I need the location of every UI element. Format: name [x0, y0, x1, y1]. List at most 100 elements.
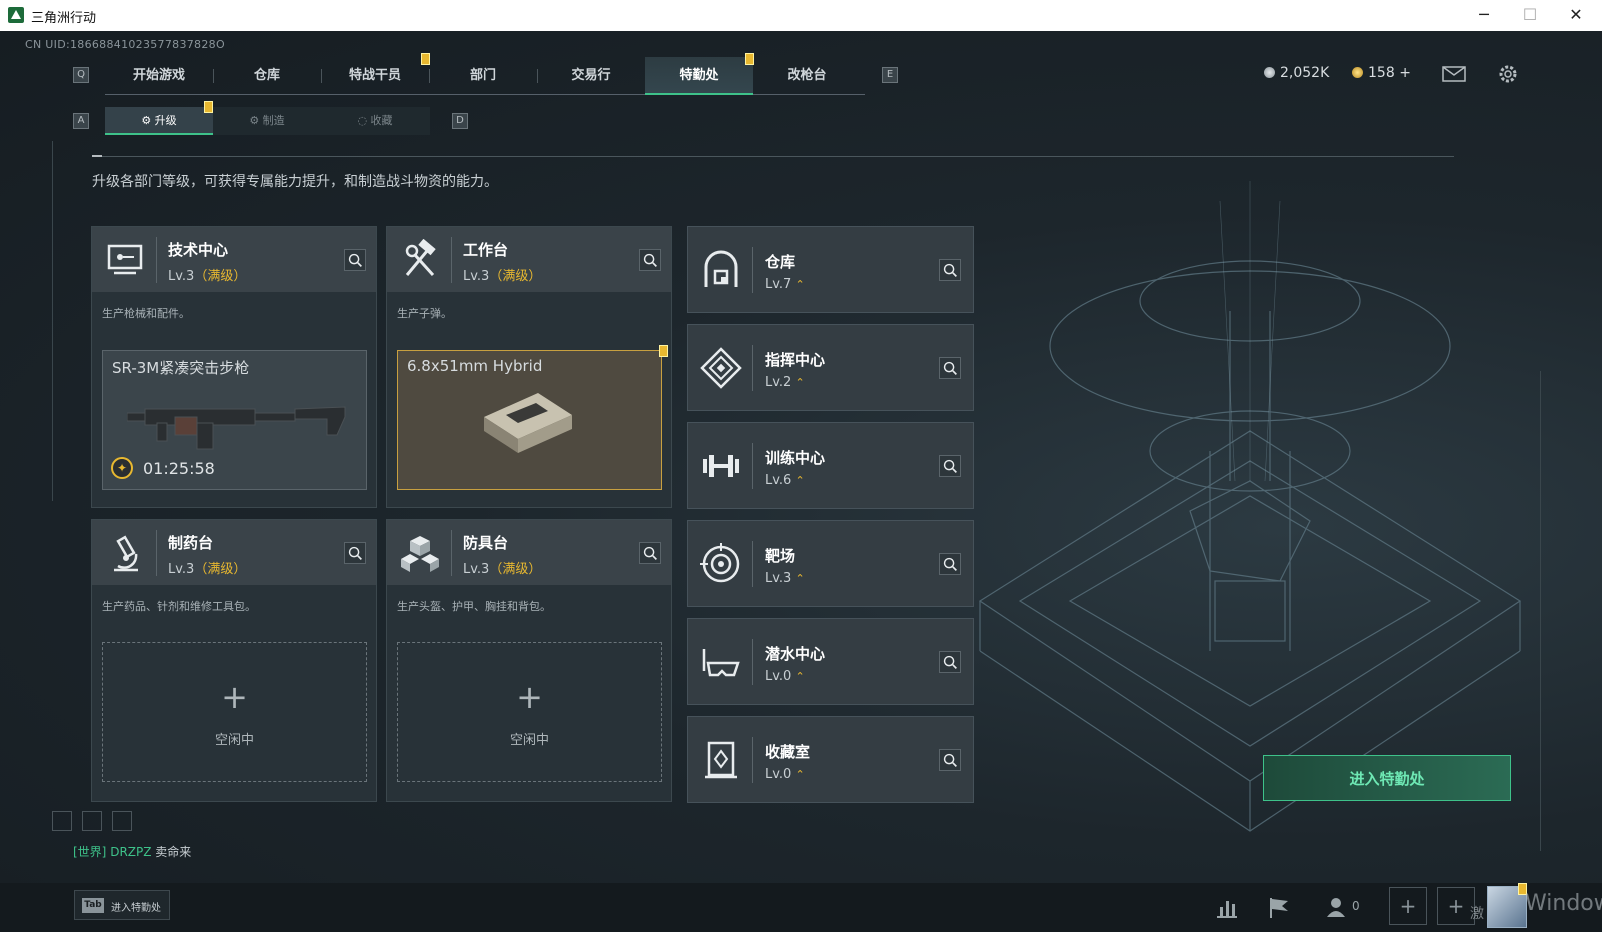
- deco-line: [52, 141, 53, 501]
- workshop-name: 防具台: [463, 534, 509, 552]
- tab-gunsmith[interactable]: 改枪台: [753, 57, 861, 95]
- friends-icon[interactable]: [1326, 895, 1352, 919]
- header-separator: [156, 237, 157, 283]
- tab-special-ops[interactable]: 特勤处: [645, 57, 753, 95]
- workshop-level: Lv.3（满级）: [168, 265, 246, 284]
- search-icon[interactable]: [939, 259, 961, 281]
- empty-production-slot[interactable]: + 空闲中: [102, 642, 367, 782]
- tab-hint-label: 进入特勤处: [111, 903, 161, 914]
- search-icon[interactable]: [939, 455, 961, 477]
- add-icon: +: [516, 678, 543, 716]
- flag-icon[interactable]: [1266, 895, 1292, 919]
- subtab-collect[interactable]: ◌ 收藏: [321, 107, 429, 135]
- facility-name: 靶场: [765, 547, 796, 565]
- chat-message: 卖命来: [155, 845, 192, 859]
- workshop-card-armor-bench[interactable]: 防具台 Lv.3（满级） 生产头盔、护甲、胸挂和背包。 + 空闲中: [386, 519, 672, 802]
- subnav-prev-key[interactable]: A: [73, 113, 89, 129]
- maximize-button[interactable]: ☐: [1510, 3, 1550, 27]
- search-icon[interactable]: [639, 542, 661, 564]
- bottom-bar: [0, 883, 1602, 932]
- tab-department[interactable]: 部门: [429, 57, 537, 95]
- facility-card-command-center[interactable]: 指挥中心 Lv.2 ⌃: [687, 324, 974, 411]
- facility-card-diving-center[interactable]: 潜水中心 Lv.0 ⌃: [687, 618, 974, 705]
- subnav-next-key[interactable]: D: [452, 113, 468, 129]
- search-icon[interactable]: [939, 357, 961, 379]
- subtab-craft[interactable]: ⚙ 制造: [213, 107, 321, 135]
- level-value: Lv.0: [765, 767, 792, 782]
- gold-coin-icon: [1352, 67, 1363, 78]
- tab-key: Tab: [82, 898, 104, 913]
- facility-card-collection-room[interactable]: 收藏室 Lv.0 ⌃: [687, 716, 974, 803]
- header-separator: [156, 530, 157, 576]
- facility-level: Lv.2 ⌃: [765, 375, 805, 390]
- stats-chart-icon[interactable]: [1214, 895, 1240, 919]
- slot-status: 空闲中: [214, 733, 254, 748]
- subtab-upgrade[interactable]: ⚙ 升级: [105, 107, 213, 135]
- facility-level: Lv.6 ⌃: [765, 473, 805, 488]
- facility-card-training-center[interactable]: 训练中心 Lv.6 ⌃: [687, 422, 974, 509]
- add-squad-slot-button[interactable]: +: [1389, 887, 1427, 925]
- window-titlebar: 三角洲行动 ─ ☐ ✕: [0, 0, 1602, 31]
- workshop-description: 生产子弹。: [397, 307, 452, 320]
- nav-next-key[interactable]: E: [882, 67, 898, 83]
- close-button[interactable]: ✕: [1556, 3, 1596, 27]
- minimize-button[interactable]: ─: [1464, 3, 1504, 27]
- craft-gear-icon: ⚙: [249, 114, 263, 127]
- operators-notification-badge: [421, 53, 430, 65]
- card-separator: [752, 639, 753, 685]
- nav-prev-key[interactable]: Q: [73, 67, 89, 83]
- facility-card-shooting-range[interactable]: 靶场 Lv.3 ⌃: [687, 520, 974, 607]
- player-uid: CN UID:18668841023577837828O: [25, 38, 225, 51]
- dumbbell-icon: [703, 455, 739, 477]
- tab-trading[interactable]: 交易行: [537, 57, 645, 95]
- empty-production-slot[interactable]: + 空闲中: [397, 642, 662, 782]
- upgrade-arrow-icon: ⌃: [795, 670, 805, 683]
- divider-accent: [92, 155, 102, 157]
- tab-operators[interactable]: 特战干员: [321, 57, 429, 95]
- diving-mask-icon: [702, 649, 740, 677]
- card-header: 防具台 Lv.3（满级）: [387, 520, 671, 585]
- search-icon[interactable]: [939, 553, 961, 575]
- upgrade-arrow-icon: ⌃: [795, 474, 805, 487]
- production-slot[interactable]: 6.8x51mm Hybrid: [397, 350, 662, 490]
- workshop-card-tech-center[interactable]: 技术中心 Lv.3（满级） 生产枪械和配件。 SR-3M紧凑突击步枪 ✦ 01:…: [91, 226, 377, 508]
- settings-gear-icon[interactable]: [1497, 63, 1519, 85]
- production-item-name: SR-3M紧凑突击步枪: [112, 359, 250, 377]
- production-slot[interactable]: SR-3M紧凑突击步枪 ✦ 01:25:58: [102, 350, 367, 490]
- world-chat-message[interactable]: [世界] DRZPZ 卖命来: [73, 843, 191, 860]
- workshop-card-pharmacy[interactable]: 制药台 Lv.3（满级） 生产药品、针剂和维修工具包。 + 空闲中: [91, 519, 377, 802]
- max-level-tag: （满级）: [194, 562, 247, 577]
- tab-start-game[interactable]: 开始游戏: [105, 57, 213, 95]
- facility-name: 潜水中心: [765, 645, 826, 663]
- card-header: 制药台 Lv.3（满级）: [92, 520, 376, 585]
- subtab-craft-label: 制造: [262, 114, 285, 127]
- facility-level: Lv.0 ⌃: [765, 767, 805, 782]
- computer-icon: [107, 244, 143, 275]
- search-icon[interactable]: [939, 651, 961, 673]
- mail-icon[interactable]: [1442, 65, 1466, 83]
- tab-warehouse[interactable]: 仓库: [213, 57, 321, 95]
- rifle-icon: [127, 406, 346, 450]
- search-icon[interactable]: [344, 249, 366, 271]
- facility-level: Lv.0 ⌃: [765, 669, 805, 684]
- card-separator: [752, 345, 753, 391]
- facility-card-warehouse[interactable]: 仓库 Lv.7 ⌃: [687, 226, 974, 313]
- hammer-wrench-icon: [405, 239, 436, 277]
- facility-name: 指挥中心: [765, 351, 826, 369]
- enter-special-ops-button[interactable]: 进入特勤处: [1263, 755, 1511, 801]
- search-icon[interactable]: [639, 249, 661, 271]
- workshop-name: 技术中心: [168, 241, 229, 259]
- search-icon[interactable]: [344, 542, 366, 564]
- currency-coupon[interactable]: 158 +: [1352, 65, 1411, 81]
- add-currency-button[interactable]: +: [1399, 65, 1411, 81]
- workbench-notification-badge: [659, 345, 668, 357]
- wrench-timer-icon: ✦: [111, 457, 133, 479]
- search-icon[interactable]: [939, 749, 961, 771]
- workshop-card-workbench[interactable]: 工作台 Lv.3（满级） 生产子弹。 6.8x51mm Hybrid: [386, 226, 672, 508]
- target-icon: [700, 543, 740, 583]
- tab-hint-button[interactable]: Tab 进入特勤处: [74, 890, 170, 920]
- deco-square: [112, 811, 132, 831]
- max-level-tag: （满级）: [489, 269, 542, 284]
- facility-name: 训练中心: [765, 449, 826, 467]
- chat-channel: [世界]: [73, 845, 107, 859]
